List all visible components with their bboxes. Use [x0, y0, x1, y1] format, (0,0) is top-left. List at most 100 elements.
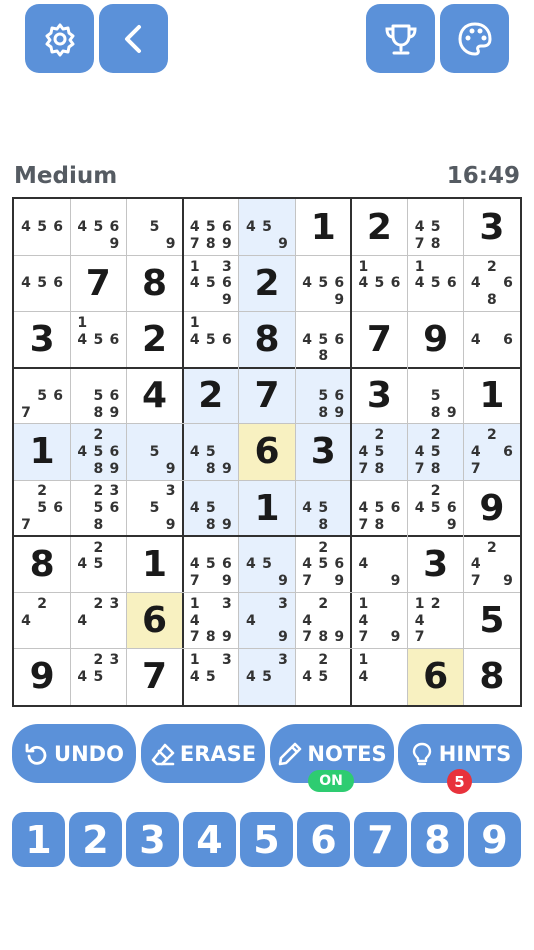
cell-r3c4[interactable]: 1456 [183, 311, 239, 367]
cell-r9c3[interactable]: 7 [126, 649, 182, 705]
cell-r9c9[interactable]: 8 [464, 649, 520, 705]
number-button-8[interactable]: 8 [411, 812, 464, 867]
number-button-2[interactable]: 2 [69, 812, 122, 867]
cell-r2c5[interactable]: 2 [238, 255, 296, 312]
cell-r8c3[interactable]: 6 [126, 592, 183, 649]
cell-r4c3[interactable]: 4 [126, 368, 182, 424]
cell-r2c3[interactable]: 8 [126, 255, 182, 311]
cell-r1c4[interactable]: 456 789 [183, 199, 239, 255]
cell-r2c6[interactable]: 4569 [295, 255, 351, 311]
cell-r2c9[interactable]: 24 68 [464, 255, 520, 311]
sudoku-board: 4564569594567894591245783456781345692456… [12, 197, 522, 707]
erase-button[interactable]: ERASE [141, 724, 265, 783]
cell-r2c4[interactable]: 1 3 4569 [183, 255, 239, 311]
cell-r3c3[interactable]: 2 [126, 311, 182, 367]
cell-r7c4[interactable]: 456 7 9 [183, 536, 239, 592]
number-button-7[interactable]: 7 [354, 812, 407, 867]
cell-r1c2[interactable]: 4569 [70, 199, 126, 255]
cell-r4c5[interactable]: 7 [238, 367, 296, 424]
theme-button[interactable] [440, 4, 509, 73]
number-button-3[interactable]: 3 [126, 812, 179, 867]
cell-r1c8[interactable]: 4578 [408, 199, 464, 255]
cell-r8c4[interactable]: 1 3 4789 [183, 593, 239, 649]
cell-r6c8[interactable]: 24569 [408, 480, 464, 536]
cell-r1c5[interactable]: 459 [238, 199, 296, 256]
number-button-4[interactable]: 4 [183, 812, 236, 867]
cell-r4c2[interactable]: 5689 [70, 368, 126, 424]
cell-r5c1[interactable]: 1 [14, 423, 71, 481]
cell-r8c2[interactable]: 23 4 [70, 593, 126, 649]
note-digit: 4 [414, 500, 425, 517]
cell-r8c8[interactable]: 1247 [408, 593, 464, 649]
cell-r7c6[interactable]: 2456 7 9 [295, 536, 351, 592]
cell-value: 1 [254, 487, 280, 529]
cell-r8c5[interactable]: 3 4 9 [238, 592, 296, 649]
cell-r5c8[interactable]: 24578 [407, 423, 464, 481]
cell-r4c8[interactable]: 589 [408, 368, 464, 424]
cell-r5c9[interactable]: 24 6 7 [463, 423, 520, 481]
cell-r1c9[interactable]: 3 [464, 199, 520, 255]
cell-r8c1[interactable]: 24 [14, 593, 70, 649]
cell-r5c7[interactable]: 24578 [351, 423, 408, 481]
cell-r8c9[interactable]: 5 [464, 593, 520, 649]
number-button-1[interactable]: 1 [12, 812, 65, 867]
cell-r3c6[interactable]: 4568 [295, 311, 351, 367]
cell-r7c2[interactable]: 245 [70, 536, 126, 592]
cell-r9c2[interactable]: 23 45 [70, 649, 126, 705]
cell-r7c9[interactable]: 247 9 [464, 536, 520, 592]
cell-r8c6[interactable]: 24789 [295, 593, 351, 649]
cell-r6c6[interactable]: 458 [295, 480, 352, 537]
cell-r3c2[interactable]: 1456 [70, 311, 126, 367]
cell-r8c7[interactable]: 147 9 [351, 593, 407, 649]
cell-r9c1[interactable]: 9 [14, 649, 70, 705]
trophy-button[interactable] [366, 4, 435, 73]
number-button-6[interactable]: 6 [297, 812, 350, 867]
cell-r2c8[interactable]: 1456 [408, 255, 464, 311]
cell-r4c7[interactable]: 3 [351, 368, 407, 424]
cell-r2c1[interactable]: 456 [14, 255, 70, 311]
cell-r5c2[interactable]: 245689 [70, 423, 127, 481]
cell-r6c3[interactable]: 359 [126, 480, 182, 536]
cell-r6c2[interactable]: 23568 [70, 480, 126, 536]
cell-r9c6[interactable]: 245 [295, 649, 351, 705]
cell-r2c2[interactable]: 7 [70, 255, 126, 311]
cell-r3c7[interactable]: 7 [351, 311, 407, 367]
cell-r4c6[interactable]: 5689 [295, 367, 352, 424]
cell-r3c8[interactable]: 9 [408, 311, 464, 367]
cell-r1c7[interactable]: 2 [351, 199, 407, 255]
cell-r6c5[interactable]: 1 [238, 480, 296, 537]
undo-button[interactable]: UNDO [12, 724, 136, 783]
cell-r7c3[interactable]: 1 [126, 536, 182, 592]
number-button-9[interactable]: 9 [468, 812, 521, 867]
back-button[interactable] [99, 4, 168, 73]
cell-r9c8[interactable]: 6 [407, 648, 464, 705]
cell-r5c3[interactable]: 59 [126, 423, 183, 481]
cell-r9c4[interactable]: 1 3 45 [183, 649, 239, 705]
cell-r7c8[interactable]: 3 [408, 536, 464, 592]
cell-r6c1[interactable]: 256 7 [14, 480, 70, 536]
cell-r6c4[interactable]: 4589 [182, 480, 239, 537]
settings-gear-icon [45, 23, 74, 56]
cell-r5c5[interactable]: 6 [238, 423, 296, 481]
cell-r6c9[interactable]: 9 [464, 480, 520, 536]
cell-r7c5[interactable]: 459 [238, 536, 296, 593]
cell-r4c4[interactable]: 2 [182, 367, 239, 424]
cell-r5c4[interactable]: 4589 [182, 423, 239, 481]
cell-r4c9[interactable]: 1 [464, 368, 520, 424]
cell-r1c1[interactable]: 456 [14, 199, 70, 255]
cell-r1c6[interactable]: 1 [295, 199, 351, 255]
cell-r7c1[interactable]: 8 [14, 536, 70, 592]
cell-r5c6[interactable]: 3 [295, 423, 352, 481]
number-button-5[interactable]: 5 [240, 812, 293, 867]
cell-r3c9[interactable]: 46 [464, 311, 520, 367]
cell-r3c5[interactable]: 8 [238, 311, 296, 368]
cell-r1c3[interactable]: 59 [126, 199, 182, 255]
cell-r7c7[interactable]: 49 [351, 536, 407, 592]
cell-r9c7[interactable]: 14 [351, 649, 407, 705]
cell-r4c1[interactable]: 56 7 [14, 368, 70, 424]
cell-r3c1[interactable]: 3 [14, 311, 70, 367]
cell-r6c7[interactable]: 456 78 [351, 480, 407, 536]
cell-r2c7[interactable]: 1456 [351, 255, 407, 311]
settings-button[interactable] [25, 4, 94, 73]
cell-r9c5[interactable]: 3 45 [238, 648, 296, 705]
